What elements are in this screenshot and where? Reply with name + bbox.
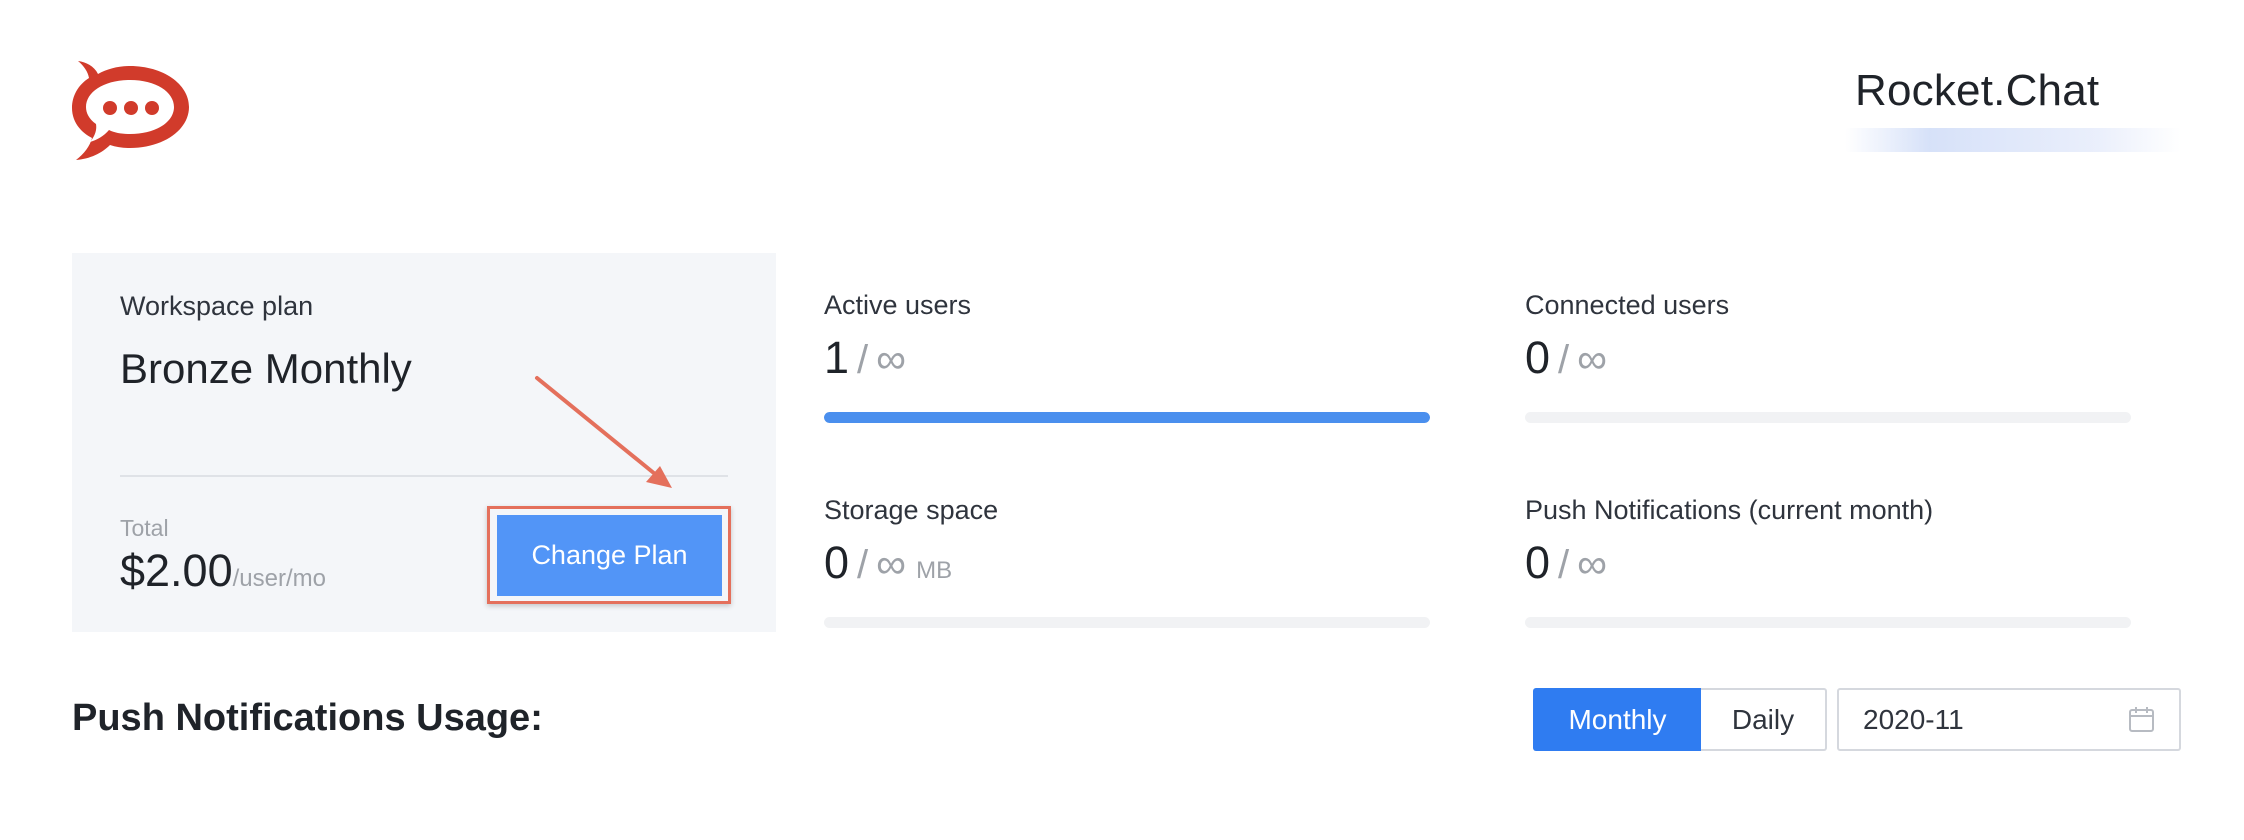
storage-space-limit: ∞ [876, 540, 907, 587]
calendar-icon[interactable] [2128, 706, 2155, 733]
rocket-chat-logo [72, 61, 189, 160]
total-amount: $2.00 [120, 545, 233, 596]
connected-users-limit: ∞ [1577, 335, 1608, 382]
active-users-progress [824, 412, 1430, 423]
active-users-progress-fill [824, 412, 1430, 423]
plan-name: Bronze Monthly [120, 345, 412, 392]
push-notifications-progress [1525, 617, 2131, 628]
brand-underline [1845, 128, 2181, 152]
connected-users-label: Connected users [1525, 290, 1730, 320]
total-unit: /user/mo [232, 565, 326, 592]
push-notifications-separator: / [1558, 543, 1570, 587]
connected-users-value: 0/∞ [1525, 332, 1607, 384]
total-price: $2.00/user/mo [120, 545, 326, 597]
active-users-value: 1/∞ [824, 332, 906, 384]
push-notifications-count: 0 [1525, 537, 1551, 588]
usage-section-title: Push Notifications Usage: [72, 697, 543, 739]
push-notifications-label: Push Notifications (current month) [1525, 495, 1934, 525]
storage-space-separator: / [857, 543, 869, 587]
plan-divider [120, 475, 728, 477]
storage-space-value: 0/∞ MB [824, 537, 952, 589]
active-users-separator: / [857, 338, 869, 382]
workspace-plan-label: Workspace plan [120, 291, 314, 321]
workspace-plan-card: Workspace plan Bronze Monthly Total $2.0… [72, 253, 776, 632]
storage-space-unit: MB [916, 557, 953, 584]
active-users-count: 1 [824, 332, 850, 383]
connected-users-progress [1525, 412, 2131, 423]
total-label: Total [120, 515, 169, 541]
connected-users-count: 0 [1525, 332, 1551, 383]
date-value: 2020-11 [1863, 704, 1964, 735]
connected-users-separator: / [1558, 338, 1570, 382]
brand-name: Rocket.Chat [1855, 66, 2100, 115]
storage-space-progress [824, 617, 1430, 628]
period-daily-button[interactable]: Daily [1701, 688, 1827, 751]
period-monthly-button[interactable]: Monthly [1533, 688, 1702, 751]
active-users-label: Active users [824, 290, 972, 320]
date-picker-input[interactable]: 2020-11 [1837, 688, 2181, 751]
active-users-limit: ∞ [876, 335, 907, 382]
change-plan-button[interactable]: Change Plan [497, 515, 722, 596]
storage-space-label: Storage space [824, 495, 999, 525]
storage-space-count: 0 [824, 537, 850, 588]
push-notifications-limit: ∞ [1577, 540, 1608, 587]
push-notifications-value: 0/∞ [1525, 537, 1607, 589]
